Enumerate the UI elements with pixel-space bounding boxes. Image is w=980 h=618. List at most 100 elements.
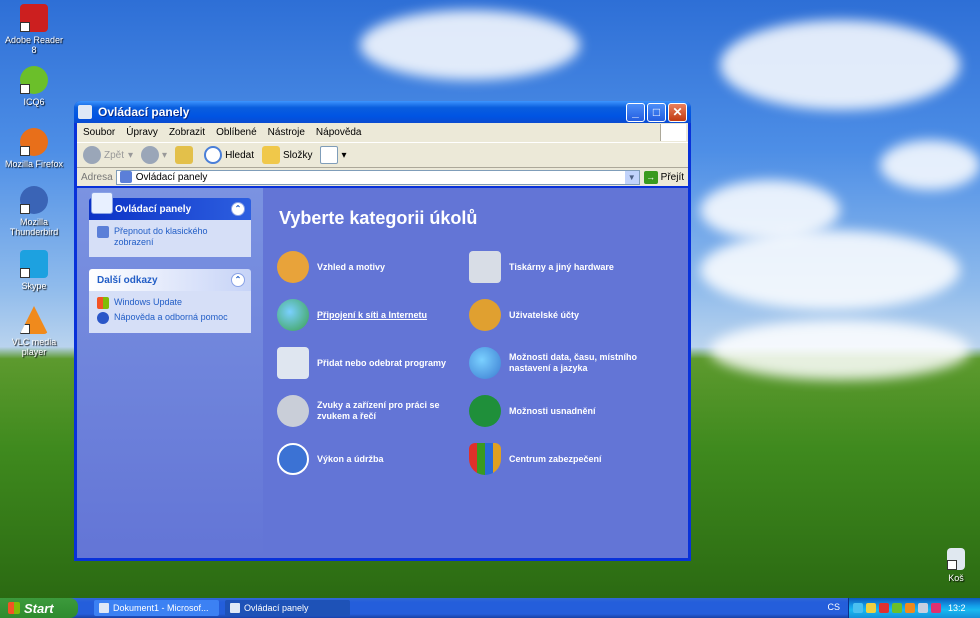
- regional-globe-icon: [469, 347, 501, 379]
- control-panel-icon: [91, 192, 113, 214]
- control-panel-icon: [230, 603, 240, 613]
- antivirus-icon[interactable]: [879, 603, 889, 613]
- volume-icon[interactable]: [866, 603, 876, 613]
- folders-button[interactable]: Složky: [261, 146, 313, 164]
- forward-dropdown-icon: ▾: [162, 149, 168, 161]
- windows-update-link[interactable]: Windows Update: [97, 297, 243, 309]
- window-titlebar[interactable]: Ovládací panely _ □ ✕: [74, 101, 691, 123]
- category-appearance[interactable]: Vzhled a motivy: [277, 249, 465, 285]
- tray-icon[interactable]: [918, 603, 928, 613]
- go-button[interactable]: → Přejít: [643, 170, 684, 184]
- start-button[interactable]: Start: [0, 598, 78, 618]
- desktop-icon-skype[interactable]: Skype: [2, 250, 66, 291]
- up-button[interactable]: [175, 146, 196, 164]
- category-sounds[interactable]: Zvuky a zařízení pro práci se zvukem a ř…: [277, 393, 465, 429]
- category-date-time-language[interactable]: Možnosti data, času, místního nastavení …: [469, 345, 657, 381]
- collapse-chevron-icon[interactable]: ⌃: [231, 273, 245, 287]
- collapse-chevron-icon[interactable]: ⌃: [231, 202, 245, 216]
- panel-title: Další odkazy: [97, 274, 158, 286]
- panel-header[interactable]: Další odkazy ⌃: [89, 269, 251, 291]
- clock[interactable]: 13:2: [948, 603, 966, 613]
- category-label: Vzhled a motivy: [317, 261, 386, 272]
- desktop-icon-icq[interactable]: ICQ6: [2, 66, 66, 107]
- address-field[interactable]: Ovládací panely ▼: [115, 169, 640, 185]
- cloud: [710, 320, 970, 380]
- back-button[interactable]: Zpět ▾: [83, 146, 133, 164]
- desktop-icon-thunderbird[interactable]: Mozilla Thunderbird: [2, 186, 66, 237]
- minimize-button[interactable]: _: [626, 102, 645, 122]
- control-panel-icon: [78, 105, 92, 119]
- icq-icon: [20, 66, 48, 94]
- cloud: [700, 230, 960, 310]
- control-panel-task-panel: Ovládací panely ⌃ Přepnout do klasického…: [89, 192, 251, 257]
- maximize-button[interactable]: □: [647, 102, 666, 122]
- desktop-icon-label: ICQ6: [23, 97, 45, 107]
- window-title: Ovládací panely: [98, 105, 190, 119]
- category-user-accounts[interactable]: Uživatelské účty: [469, 297, 657, 333]
- windows-logo-icon: [660, 124, 686, 141]
- taskbar-item-word[interactable]: Dokument1 - Microsof...: [94, 600, 219, 616]
- desktop-icon-adobe-reader[interactable]: Adobe Reader 8: [2, 4, 66, 55]
- icq-tray-icon[interactable]: [892, 603, 902, 613]
- views-dropdown-icon: ▾: [341, 149, 347, 161]
- link-label: Nápověda a odborná pomoc: [114, 312, 228, 322]
- search-icon: [204, 146, 223, 164]
- category-label: Uživatelské účty: [509, 309, 580, 320]
- users-icon: [469, 299, 501, 331]
- category-security-center[interactable]: Centrum zabezpečení: [469, 441, 657, 477]
- language-indicator[interactable]: CS: [827, 602, 840, 612]
- menu-file[interactable]: Soubor: [83, 127, 115, 138]
- category-label: Možnosti data, času, místního nastavení …: [509, 352, 638, 373]
- globe-icon: [277, 299, 309, 331]
- category-grid: Vzhled a motivy Tiskárny a jiný hardware…: [277, 249, 674, 477]
- back-arrow-icon: [83, 146, 101, 164]
- menu-help[interactable]: Nápověda: [316, 127, 362, 138]
- category-label: Možnosti usnadnění: [509, 405, 596, 416]
- desktop-icon-vlc[interactable]: VLC media player: [2, 306, 66, 357]
- category-performance[interactable]: Výkon a údržba: [277, 441, 465, 477]
- firefox-icon: [20, 128, 48, 156]
- programs-icon: [277, 347, 309, 379]
- help-support-link[interactable]: Nápověda a odborná pomoc: [97, 312, 243, 324]
- taskbar: Start Dokument1 - Microsof... Ovládací p…: [0, 598, 980, 618]
- folders-label: Složky: [282, 149, 313, 161]
- category-add-remove-programs[interactable]: Přidat nebo odebrat programy: [277, 345, 465, 381]
- taskbar-item-control-panel[interactable]: Ovládací panely: [225, 600, 350, 616]
- search-button[interactable]: Hledat: [204, 146, 254, 164]
- link-label: Přepnout do klasického zobrazení: [114, 226, 208, 247]
- switch-classic-view-link[interactable]: Přepnout do klasického zobrazení: [97, 226, 243, 248]
- category-network[interactable]: Připojení k síti a Internetu: [277, 297, 465, 333]
- recycle-bin-icon: [947, 548, 965, 570]
- views-icon: [320, 146, 339, 164]
- forward-button[interactable]: ▾: [141, 146, 167, 164]
- menu-favorites[interactable]: Oblíbené: [216, 127, 257, 138]
- desktop-icon-firefox[interactable]: Mozilla Firefox: [2, 128, 66, 169]
- folders-icon: [261, 146, 280, 164]
- address-dropdown-icon[interactable]: ▼: [624, 170, 639, 184]
- menu-edit[interactable]: Úpravy: [126, 127, 158, 138]
- go-arrow-icon: →: [643, 170, 658, 184]
- windows-flag-icon: [8, 602, 20, 614]
- address-value: Ovládací panely: [135, 171, 208, 183]
- tray-icon[interactable]: [905, 603, 915, 613]
- close-button[interactable]: ✕: [668, 102, 687, 122]
- page-title: Vyberte kategorii úkolů: [279, 208, 478, 228]
- tray-icon[interactable]: [931, 603, 941, 613]
- category-accessibility[interactable]: Možnosti usnadnění: [469, 393, 657, 429]
- menu-tools[interactable]: Nástroje: [268, 127, 305, 138]
- other-links-panel: Další odkazy ⌃ Windows Update Nápověda a…: [89, 269, 251, 333]
- desktop-icon-recycle-bin[interactable]: Koš: [924, 548, 980, 583]
- window-content: Ovládací panely ⌃ Přepnout do klasického…: [77, 188, 688, 558]
- go-label: Přejít: [660, 171, 684, 183]
- network-icon[interactable]: [853, 603, 863, 613]
- views-button[interactable]: ▾: [320, 146, 346, 164]
- panel-header[interactable]: Ovládací panely ⌃: [89, 192, 251, 220]
- cloud: [360, 10, 580, 80]
- category-printers[interactable]: Tiskárny a jiný hardware: [469, 249, 657, 285]
- accessibility-icon: [469, 395, 501, 427]
- shield-icon: [469, 443, 501, 475]
- cloud: [720, 20, 960, 110]
- menu-view[interactable]: Zobrazit: [169, 127, 205, 138]
- desktop-icon-label: Mozilla Thunderbird: [9, 217, 59, 237]
- help-icon: [97, 312, 109, 324]
